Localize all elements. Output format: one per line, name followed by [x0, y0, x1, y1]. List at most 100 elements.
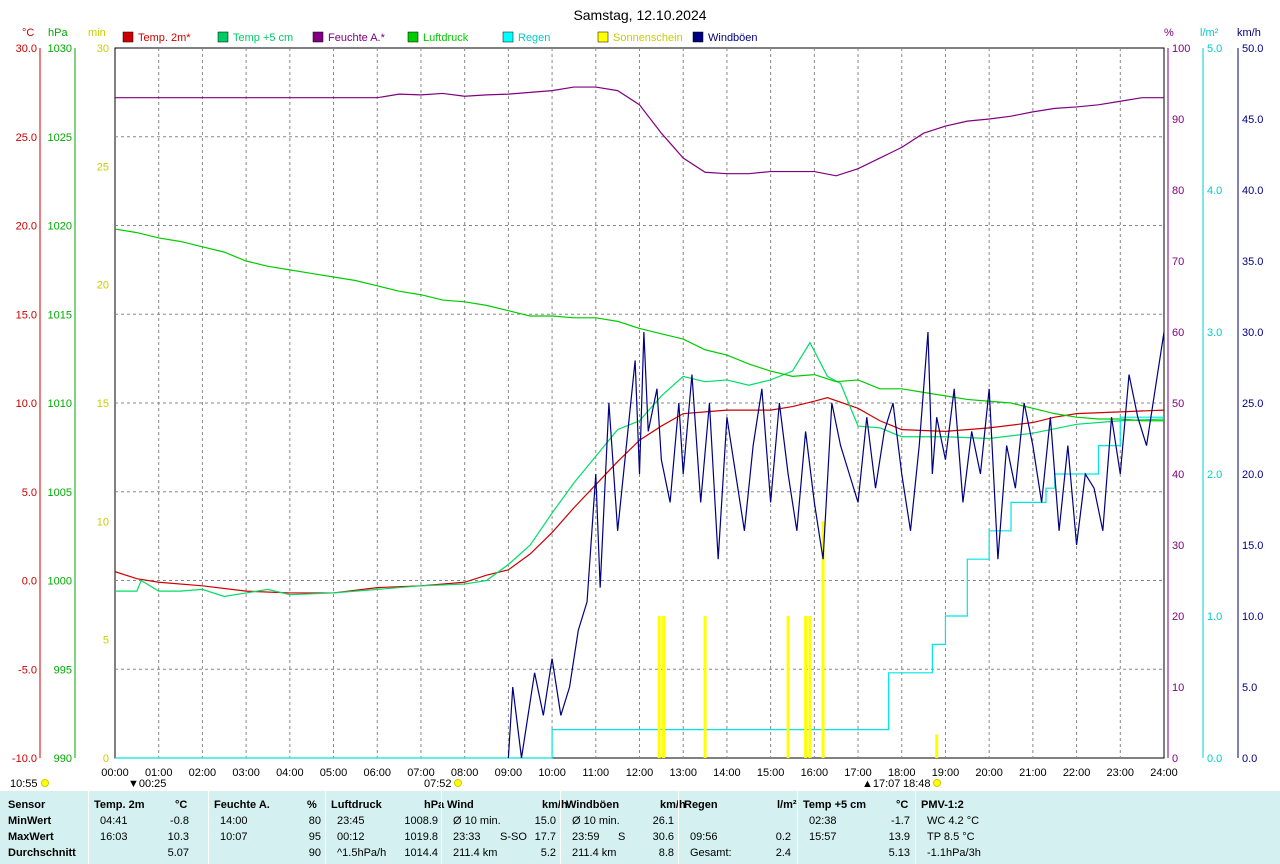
stats-cell-label: 04:41: [100, 815, 128, 827]
temp-axis-unit: °C: [22, 27, 34, 39]
stats-separator: [678, 791, 679, 864]
legend-swatch: [217, 31, 229, 43]
stats-cell-value: 17.7: [534, 831, 556, 843]
wind-axis-tick: 10.0: [1242, 611, 1263, 623]
x-axis-tick: 16:00: [801, 767, 829, 779]
humidity-axis-tick: 60: [1172, 327, 1184, 339]
stats-cell-value: 1014.4: [404, 847, 438, 859]
moonrise-marker: ▲17:07: [862, 778, 900, 790]
sunshine-bar: [662, 616, 666, 758]
x-axis-tick: 05:00: [320, 767, 348, 779]
temp-axis-tick: 20.0: [16, 221, 37, 233]
stats-unit: °C: [896, 799, 909, 811]
pressure-axis-tick: 1020: [48, 221, 72, 233]
stats-cell-value: 5.2: [540, 847, 556, 859]
sunshine-bar: [786, 616, 790, 758]
legend-label: Windböen: [708, 32, 758, 44]
rain-axis-tick: 5.0: [1207, 43, 1222, 55]
stats-cell-label: 02:38: [809, 815, 837, 827]
legend-swatch: [312, 31, 324, 43]
moonset-marker: ▼00:25: [128, 778, 166, 790]
legend-label: Temp. 2m*: [138, 32, 191, 44]
stats-cell-value: 95: [308, 831, 321, 843]
humidity-axis-tick: 70: [1172, 256, 1184, 268]
sunshine-bar: [657, 616, 661, 758]
daylength-marker: 10:55: [10, 778, 38, 790]
stats-cell-label: WC 4.2 °C: [927, 815, 980, 827]
sunset-marker: 18:48: [903, 778, 931, 790]
stats-cell-label: 14:00: [220, 815, 248, 827]
x-axis-tick: 15:00: [757, 767, 785, 779]
sunrise-icon: [454, 779, 462, 787]
stats-cell-value: 1008.9: [404, 815, 438, 827]
stats-cell-label: MinWert: [8, 815, 52, 827]
humidity-axis-tick: 90: [1172, 114, 1184, 126]
stats-cell-value: 10.3: [167, 831, 189, 843]
stats-header: Sensor: [8, 799, 46, 811]
stats-cell-value: 13.9: [888, 831, 910, 843]
x-axis-tick: 04:00: [276, 767, 304, 779]
stats-header: Wind: [447, 799, 474, 811]
stats-unit: km/h: [660, 799, 686, 811]
pressure-axis-tick: 1010: [48, 398, 72, 410]
legend-swatch: [692, 31, 704, 43]
x-axis-tick: 08:00: [451, 767, 479, 779]
humidity-axis-tick: 80: [1172, 185, 1184, 197]
x-axis-tick: 02:00: [189, 767, 217, 779]
temp-axis-tick: -5.0: [18, 664, 37, 676]
chart-title: Samstag, 12.10.2024: [573, 7, 706, 23]
sunshine-axis-unit: min: [88, 27, 106, 39]
sunshine-axis-tick: 10: [97, 516, 109, 528]
sunshine-bar: [703, 616, 707, 758]
x-axis-tick: 19:00: [932, 767, 960, 779]
wind-axis-unit: km/h: [1237, 27, 1261, 39]
sunshine-axis-tick: 20: [97, 280, 109, 292]
wind-axis-tick: 50.0: [1242, 43, 1263, 55]
legend-label: Feuchte A.*: [328, 32, 386, 44]
pressure-axis-tick: 1030: [48, 43, 72, 55]
x-axis-tick: 06:00: [363, 767, 391, 779]
stats-separator: [441, 791, 442, 864]
x-axis-tick: 22:00: [1063, 767, 1091, 779]
sunshine-bar: [808, 616, 812, 758]
stats-separator: [915, 791, 916, 864]
stats-unit: l/m²: [777, 799, 797, 811]
sunshine-axis-tick: 30: [97, 43, 109, 55]
stats-cell-value: 1019.8: [404, 831, 438, 843]
x-axis-tick: 03:00: [232, 767, 260, 779]
stats-cell-label: ^1.5hPa/h: [337, 847, 387, 859]
sunshine-axis-tick: 5: [103, 635, 109, 647]
stats-cell-label: 10:07: [220, 831, 248, 843]
temp-axis-tick: 10.0: [16, 398, 37, 410]
stats-separator: [797, 791, 798, 864]
humidity-axis-unit: %: [1164, 27, 1174, 39]
stats-cell-label: 23:45: [337, 815, 365, 827]
stats-separator: [208, 791, 209, 864]
pressure-axis-tick: 1025: [48, 132, 72, 144]
legend-label: Regen: [518, 32, 550, 44]
stats-cell-label: Ø 10 min.: [572, 815, 620, 827]
x-axis-tick: 20:00: [975, 767, 1003, 779]
pressure-axis-unit: hPa: [48, 27, 68, 39]
x-axis-tick: 13:00: [669, 767, 697, 779]
rain-axis-tick: 4.0: [1207, 185, 1222, 197]
stats-header: Temp +5 cm: [803, 799, 867, 811]
rain-axis-tick: 1.0: [1207, 611, 1222, 623]
sunshine-axis-tick: 0: [103, 753, 109, 765]
temp-axis-tick: 5.0: [22, 487, 37, 499]
sunshine-bar: [804, 616, 808, 758]
stats-cell-value: 8.8: [658, 847, 674, 859]
stats-cell-value: 5.07: [167, 847, 189, 859]
stats-unit: %: [307, 799, 317, 811]
stats-cell-label: 09:56: [690, 831, 718, 843]
stats-cell-direction: S: [618, 831, 626, 843]
stats-unit: °C: [175, 799, 188, 811]
x-axis-tick: 14:00: [713, 767, 741, 779]
stats-cell-label: 15:57: [809, 831, 837, 843]
stats-unit: km/h: [542, 799, 568, 811]
stats-cell-label: Ø 10 min.: [453, 815, 501, 827]
humidity-axis-tick: 30: [1172, 540, 1184, 552]
legend-swatch: [122, 31, 134, 43]
humidity-axis-tick: 0: [1172, 753, 1178, 765]
stats-header: Windböen: [566, 799, 620, 811]
